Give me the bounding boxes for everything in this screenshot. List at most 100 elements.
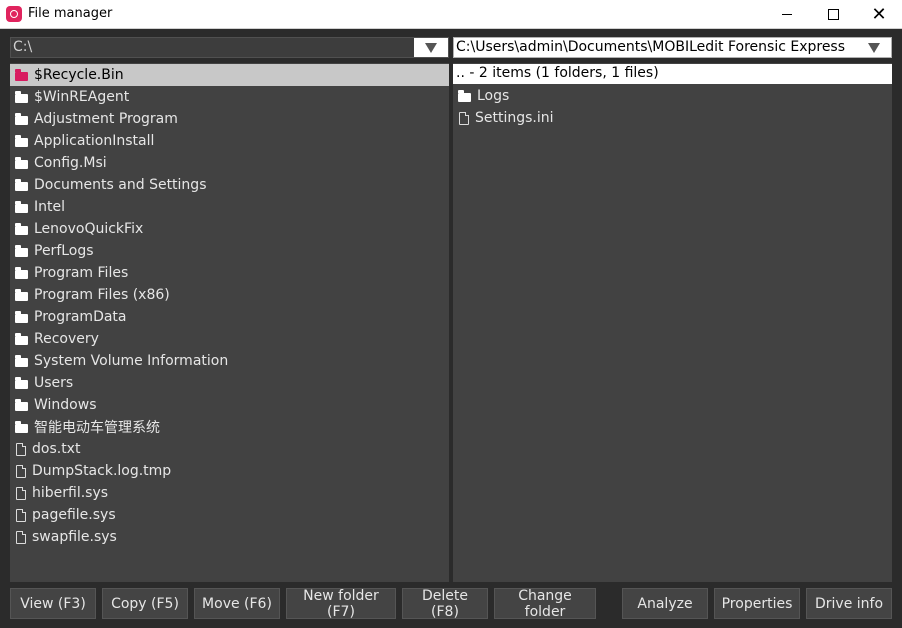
folder-row[interactable]: 智能电动车管理系统 [10,416,449,438]
file-row[interactable]: pagefile.sys [10,504,449,526]
file-icon [16,442,26,456]
left-path-dropdown-button[interactable] [414,38,448,57]
folder-row[interactable]: $WinREAgent [10,86,449,108]
item-name: Adjustment Program [34,111,178,127]
analyze-button[interactable]: Analyze [622,588,708,619]
item-name: ApplicationInstall [34,133,155,149]
item-name: PerfLogs [34,243,94,259]
item-name: Program Files [34,265,129,281]
item-name: $WinREAgent [34,89,130,105]
title-bar: File manager ✕ [0,0,902,29]
view-button[interactable]: View (F3) [10,588,96,619]
properties-button[interactable]: Properties [714,588,800,619]
folder-row[interactable]: ProgramData [10,306,449,328]
file-row[interactable]: swapfile.sys [10,526,449,548]
file-row[interactable]: hiberfil.sys [10,482,449,504]
new-folder-button[interactable]: New folder (F7) [286,588,396,620]
folder-icon [15,68,28,81]
folder-row[interactable]: Program Files [10,262,449,284]
parent-directory-row[interactable]: .. - 2 items (1 folders, 1 files) [453,64,892,84]
folder-row[interactable]: System Volume Information [10,350,449,372]
item-name: Config.Msi [34,155,107,171]
maximize-icon [827,8,839,20]
close-icon: ✕ [871,3,887,25]
folder-icon [15,376,28,389]
folder-row[interactable]: Documents and Settings [10,174,449,196]
folder-icon [15,112,28,125]
right-file-list[interactable]: .. - 2 items (1 folders, 1 files) Logs Se… [453,63,892,582]
folder-icon [15,398,28,411]
folder-row[interactable]: Adjustment Program [10,108,449,130]
left-file-list[interactable]: $Recycle.Bin $WinREAgent Adjustment Progra… [10,63,449,582]
chevron-down-icon [868,42,880,53]
folder-row[interactable]: LenovoQuickFix [10,218,449,240]
item-name: Settings.ini [475,110,554,126]
folder-icon [15,156,28,169]
folder-row[interactable]: ApplicationInstall [10,130,449,152]
folder-summary: .. - 2 items (1 folders, 1 files) [456,65,659,81]
folder-row[interactable]: Recovery [10,328,449,350]
file-icon [16,530,26,544]
right-path-dropdown-button[interactable] [857,38,891,57]
file-row[interactable]: DumpStack.log.tmp [10,460,449,482]
close-button[interactable]: ✕ [856,0,902,28]
left-path-text: C:\ [13,39,33,55]
folder-icon [15,178,28,191]
drive-info-button[interactable]: Drive info [806,588,892,619]
folder-icon [15,134,28,147]
item-name: hiberfil.sys [32,485,109,501]
item-name: LenovoQuickFix [34,221,144,237]
item-name: Users [34,375,74,391]
folder-row[interactable]: Windows [10,394,449,416]
app-logo-icon [6,6,22,22]
item-name: Logs [477,88,510,104]
item-name: Program Files (x86) [34,287,170,303]
item-name: 智能电动车管理系统 [34,420,160,436]
item-name: Intel [34,199,65,215]
folder-icon [15,420,28,433]
folder-row[interactable]: $Recycle.Bin [10,64,449,86]
maximize-button[interactable] [810,0,856,28]
folder-row[interactable]: Logs [453,85,892,107]
item-name: Documents and Settings [34,177,207,193]
minimize-icon [782,13,792,15]
minimize-button[interactable] [764,0,810,28]
left-path-dropdown[interactable]: C:\ [10,37,449,58]
copy-button[interactable]: Copy (F5) [102,588,188,619]
right-path-dropdown[interactable]: C:\Users\admin\Documents\MOBILedit Foren… [453,37,892,58]
folder-icon [458,89,471,102]
folder-icon [15,310,28,323]
file-row[interactable]: dos.txt [10,438,449,460]
right-path-text: C:\Users\admin\Documents\MOBILedit Foren… [456,39,846,55]
item-name: Recovery [34,331,99,347]
item-name: swapfile.sys [32,529,117,545]
item-name: dos.txt [32,441,81,457]
file-manager-window: File manager ✕ C:\ C:\Users\admin\Docume… [0,0,902,628]
folder-icon [15,222,28,235]
folder-icon [15,332,28,345]
folder-icon [15,200,28,213]
file-row[interactable]: Settings.ini [453,107,892,129]
file-icon [459,111,469,125]
folder-row[interactable]: PerfLogs [10,240,449,262]
item-name: System Volume Information [34,353,229,369]
change-folder-button[interactable]: Change folder [494,588,596,620]
item-name: DumpStack.log.tmp [32,463,172,479]
item-name: pagefile.sys [32,507,116,523]
folder-row[interactable]: Users [10,372,449,394]
item-name: ProgramData [34,309,127,325]
folder-icon [15,244,28,257]
window-title: File manager [28,6,113,21]
delete-button[interactable]: Delete (F8) [402,588,488,620]
move-button[interactable]: Move (F6) [194,588,280,619]
folder-icon [15,354,28,367]
folder-icon [15,90,28,103]
folder-icon [15,288,28,301]
folder-icon [15,266,28,279]
folder-row[interactable]: Program Files (x86) [10,284,449,306]
folder-row[interactable]: Intel [10,196,449,218]
folder-row[interactable]: Config.Msi [10,152,449,174]
item-name: Windows [34,397,97,413]
item-name: $Recycle.Bin [34,67,124,83]
file-icon [16,464,26,478]
